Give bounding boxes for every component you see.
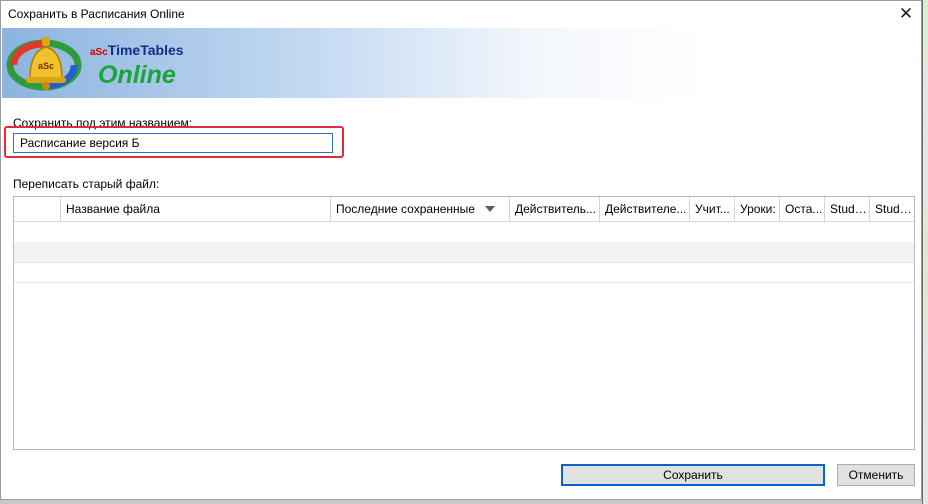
column-header-last-saved[interactable]: Последние сохраненные: [330, 197, 509, 221]
window-title: Сохранить в Расписания Online: [8, 7, 185, 21]
column-header-file-name[interactable]: Название файла: [60, 197, 330, 221]
save-button[interactable]: Сохранить: [561, 464, 825, 486]
column-header-students-2[interactable]: Stude...: [869, 197, 914, 221]
background-window-edge: [922, 0, 928, 504]
column-header-lessons[interactable]: Уроки:: [734, 197, 779, 221]
brand-prefix: aSc: [90, 47, 108, 58]
column-header-remaining[interactable]: Оста...: [779, 197, 824, 221]
brand-name: aScTimeTables: [90, 42, 184, 58]
table-row[interactable]: [14, 242, 914, 263]
brand-main: TimeTables: [107, 42, 184, 58]
saved-files-list[interactable]: Название файла Последние сохраненные Дей…: [13, 196, 915, 450]
title-bar: Сохранить в Расписания Online ✕: [1, 1, 921, 27]
asc-bell-logo-icon: aSc: [6, 37, 82, 91]
column-header-valid-from[interactable]: Действитель...: [509, 197, 599, 221]
overwrite-label: Переписать старый файл:: [13, 177, 160, 191]
sort-down-icon: [485, 206, 495, 212]
column-header-students-1[interactable]: Stude...: [824, 197, 869, 221]
column-header-valid-to[interactable]: Действителе...: [599, 197, 689, 221]
cancel-button[interactable]: Отменить: [837, 464, 915, 486]
list-header: Название файла Последние сохраненные Дей…: [14, 197, 914, 222]
close-icon[interactable]: ✕: [891, 1, 921, 27]
column-header-checkbox[interactable]: [14, 197, 60, 221]
file-name-input[interactable]: [13, 133, 333, 153]
table-row[interactable]: [14, 222, 914, 243]
table-row[interactable]: [14, 262, 914, 283]
brand-banner: aSc aScTimeTables Online: [2, 28, 702, 98]
column-header-teachers[interactable]: Учит...: [689, 197, 734, 221]
logo-badge-text: aSc: [38, 61, 54, 71]
save-dialog: Сохранить в Расписания Online ✕ aSc aScT…: [0, 0, 922, 500]
brand-subtitle: Online: [98, 61, 176, 89]
